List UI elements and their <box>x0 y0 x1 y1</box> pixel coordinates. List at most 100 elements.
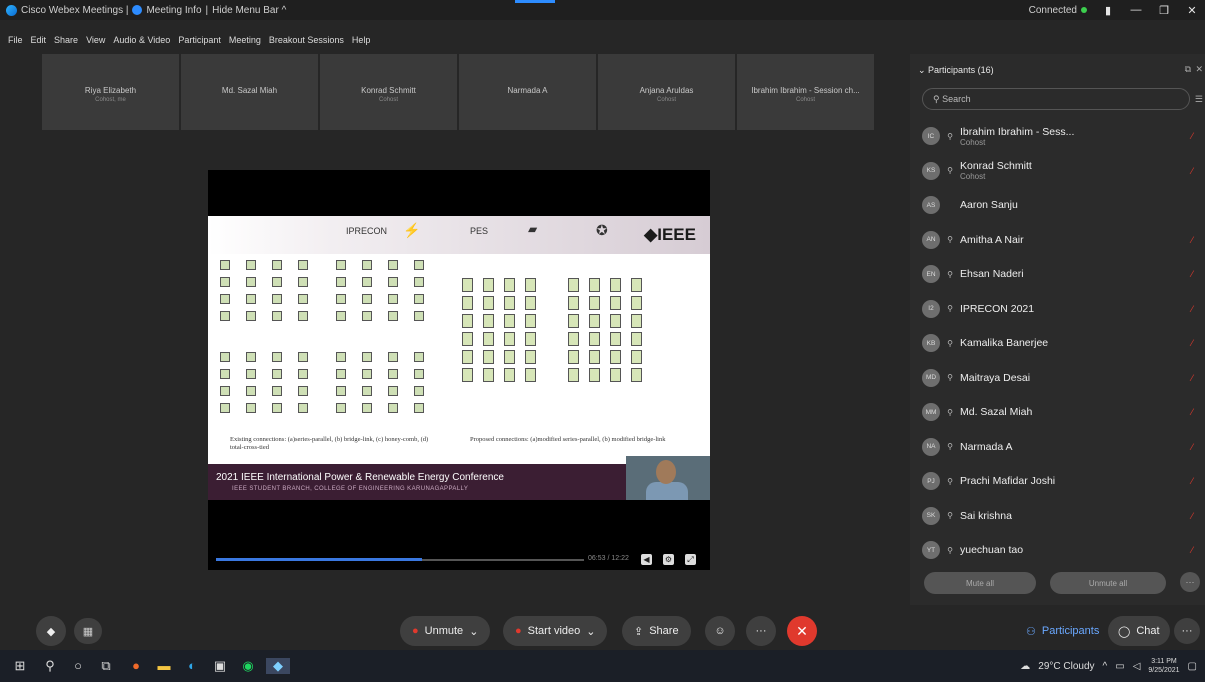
video-thumbnail[interactable]: Md. Sazal Miah <box>181 54 318 130</box>
participant-row[interactable]: MD ⚲ Maitraya Desai ⁄ <box>922 364 1197 392</box>
participants-button[interactable]: ⚇ Participants <box>1014 616 1111 646</box>
unmute-all-button[interactable]: Unmute all <box>1050 572 1166 594</box>
menu-view[interactable]: View <box>86 35 105 53</box>
firefox-icon[interactable]: ● <box>128 658 144 674</box>
notifications-icon[interactable]: ▢ <box>1188 661 1197 672</box>
volume-tray-icon[interactable]: ◁ <box>1133 661 1141 672</box>
menu-participant[interactable]: Participant <box>178 35 221 53</box>
chat-button[interactable]: ◯ Chat <box>1108 616 1170 646</box>
ias-logo-icon: ▰ <box>528 222 538 236</box>
leave-meeting-button[interactable]: ✕ <box>787 616 817 646</box>
device-icon: ⚲ <box>947 373 953 382</box>
start-video-button[interactable]: ● Start video ⌄ <box>503 616 608 646</box>
search-icon[interactable]: ⚲ <box>42 658 58 674</box>
mute-all-button[interactable]: Mute all <box>924 572 1036 594</box>
close-button[interactable]: ✕ <box>1185 4 1199 17</box>
sort-list-icon[interactable]: ☰ <box>1195 94 1203 105</box>
clock[interactable]: 3:11 PM 9/25/2021 <box>1148 657 1179 675</box>
mic-muted-icon[interactable]: ⁄ <box>1191 545 1193 555</box>
participant-row[interactable]: I2 ⚲ IPRECON 2021 ⁄ <box>922 295 1197 323</box>
task-view-icon[interactable]: ⧉ <box>98 658 114 674</box>
tray-chevron-icon[interactable]: ^ <box>1103 661 1108 672</box>
minimize-button[interactable]: — <box>1129 4 1143 16</box>
spotify-icon[interactable]: ◉ <box>240 658 256 674</box>
drag-tab[interactable] <box>515 0 555 3</box>
edge-icon[interactable]: ◐ <box>184 658 200 674</box>
menu-help[interactable]: Help <box>352 35 371 53</box>
participant-row[interactable]: AS Aaron Sanju <box>922 191 1197 219</box>
webex-taskbar-icon[interactable]: ◆ <box>266 658 290 674</box>
menu-file[interactable]: File <box>8 35 23 53</box>
video-time: 06:53 / 12:22 <box>588 555 629 562</box>
system-tray: ☁ 29°C Cloudy ^ ▭ ◁ 3:11 PM 9/25/2021 ▢ <box>1020 650 1197 682</box>
mic-muted-icon[interactable]: ⁄ <box>1191 131 1193 141</box>
pes-logo: PES <box>470 226 489 236</box>
participants-title[interactable]: ⌄ Participants (16) <box>918 65 994 76</box>
participant-name: Aaron Sanju <box>960 199 1018 211</box>
participant-info: Narmada A <box>960 441 1013 453</box>
participant-row[interactable]: EN ⚲ Ehsan Naderi ⁄ <box>922 260 1197 288</box>
video-thumbnail[interactable]: Riya Elizabeth Cohost, me <box>42 54 179 130</box>
mic-muted-icon[interactable]: ⁄ <box>1191 373 1193 383</box>
settings-icon[interactable]: ⚙ <box>663 554 674 565</box>
windows-start-icon[interactable]: ⊞ <box>12 658 28 674</box>
meeting-info-link[interactable]: Meeting Info <box>146 5 201 16</box>
video-thumbnail[interactable]: Anjana Aruldas Cohost <box>598 54 735 130</box>
webex-assistant-icon[interactable]: ◆ <box>36 616 66 646</box>
participant-row[interactable]: NA ⚲ Narmada A ⁄ <box>922 433 1197 461</box>
video-thumbnail[interactable]: Konrad Schmitt Cohost <box>320 54 457 130</box>
unmute-button[interactable]: ● Unmute ⌄ <box>400 616 491 646</box>
notepad-icon[interactable]: ▣ <box>212 658 228 674</box>
mic-muted-icon[interactable]: ⁄ <box>1191 407 1193 417</box>
presenter-body <box>646 482 688 500</box>
device-icon: ⚲ <box>947 407 953 417</box>
video-thumbnail[interactable]: Narmada A <box>459 54 596 130</box>
file-explorer-icon[interactable]: ▬ <box>156 658 172 674</box>
mic-muted-icon[interactable]: ⁄ <box>1191 338 1193 348</box>
more-panels-icon[interactable]: ··· <box>1174 618 1200 644</box>
hide-menu-bar-link[interactable]: Hide Menu Bar ^ <box>212 5 286 16</box>
weather-text[interactable]: 29°C Cloudy <box>1038 661 1094 672</box>
restore-button[interactable]: ❐ <box>1157 4 1171 17</box>
video-thumbnail[interactable]: Ibrahim Ibrahim - Session ch... Cohost <box>737 54 874 130</box>
share-button[interactable]: ⇪ Share <box>622 616 691 646</box>
panel-more-button[interactable]: ··· <box>1180 572 1200 592</box>
participant-row[interactable]: AN ⚲ Amitha A Nair ⁄ <box>922 226 1197 254</box>
menu-meeting[interactable]: Meeting <box>229 35 261 53</box>
participant-row[interactable]: IC ⚲ Ibrahim Ibrahim - Sess... Cohost ⁄ <box>922 122 1197 150</box>
menu-breakout-sessions[interactable]: Breakout Sessions <box>269 35 344 53</box>
participant-row[interactable]: PJ ⚲ Prachi Mafidar Joshi ⁄ <box>922 467 1197 495</box>
network-icon[interactable]: ▭ <box>1115 661 1124 672</box>
signal-icon: ▮ <box>1104 4 1112 17</box>
participant-info: Konrad Schmitt Cohost <box>960 160 1032 181</box>
more-options-icon[interactable]: ··· <box>746 616 776 646</box>
participant-row[interactable]: YT ⚲ yuechuan tao ⁄ <box>922 536 1197 564</box>
menu-edit[interactable]: Edit <box>31 35 47 53</box>
reactions-icon[interactable]: ☺ <box>705 616 735 646</box>
menu-share[interactable]: Share <box>54 35 78 53</box>
cortana-icon[interactable]: ○ <box>70 658 86 674</box>
popout-icon[interactable]: ⧉ <box>1185 64 1191 75</box>
layout-icon[interactable]: ▦ <box>74 618 102 644</box>
participant-name: IPRECON 2021 <box>960 302 1035 315</box>
volume-icon[interactable]: ◀ <box>641 554 652 565</box>
mic-muted-icon[interactable]: ⁄ <box>1191 235 1193 245</box>
participant-row[interactable]: SK ⚲ Sai krishna ⁄ <box>922 502 1197 530</box>
participant-row[interactable]: KB ⚲ Kamalika Banerjee ⁄ <box>922 329 1197 357</box>
thumbnail-role: Cohost <box>378 97 398 103</box>
participant-row[interactable]: MM ⚲ Md. Sazal Miah ⁄ <box>922 398 1197 426</box>
menu-audio-video[interactable]: Audio & Video <box>113 35 170 53</box>
participant-search-input[interactable]: ⚲ Search <box>922 88 1190 110</box>
shared-video[interactable]: IPRECON ⚡ PES ▰ ✪ ◆IEEE Existing connect… <box>208 170 710 570</box>
mic-muted-icon[interactable]: ⁄ <box>1191 304 1193 314</box>
mic-muted-icon[interactable]: ⁄ <box>1191 476 1193 486</box>
mic-muted-icon[interactable]: ⁄ <box>1191 166 1193 176</box>
mic-muted-icon[interactable]: ⁄ <box>1191 511 1193 521</box>
presenter-video <box>626 456 710 500</box>
app-title: Cisco Webex Meetings | <box>21 4 129 16</box>
fullscreen-icon[interactable]: ⤢ <box>685 554 696 565</box>
participant-row[interactable]: KS ⚲ Konrad Schmitt Cohost ⁄ <box>922 157 1197 185</box>
mic-muted-icon[interactable]: ⁄ <box>1191 269 1193 279</box>
mic-muted-icon[interactable]: ⁄ <box>1191 442 1193 452</box>
close-panel-icon[interactable]: ✕ <box>1195 64 1203 75</box>
